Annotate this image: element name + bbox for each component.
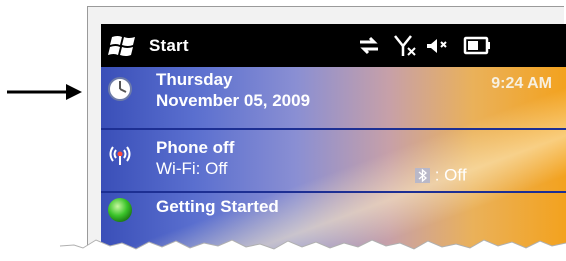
torn-edge [59, 239, 566, 261]
